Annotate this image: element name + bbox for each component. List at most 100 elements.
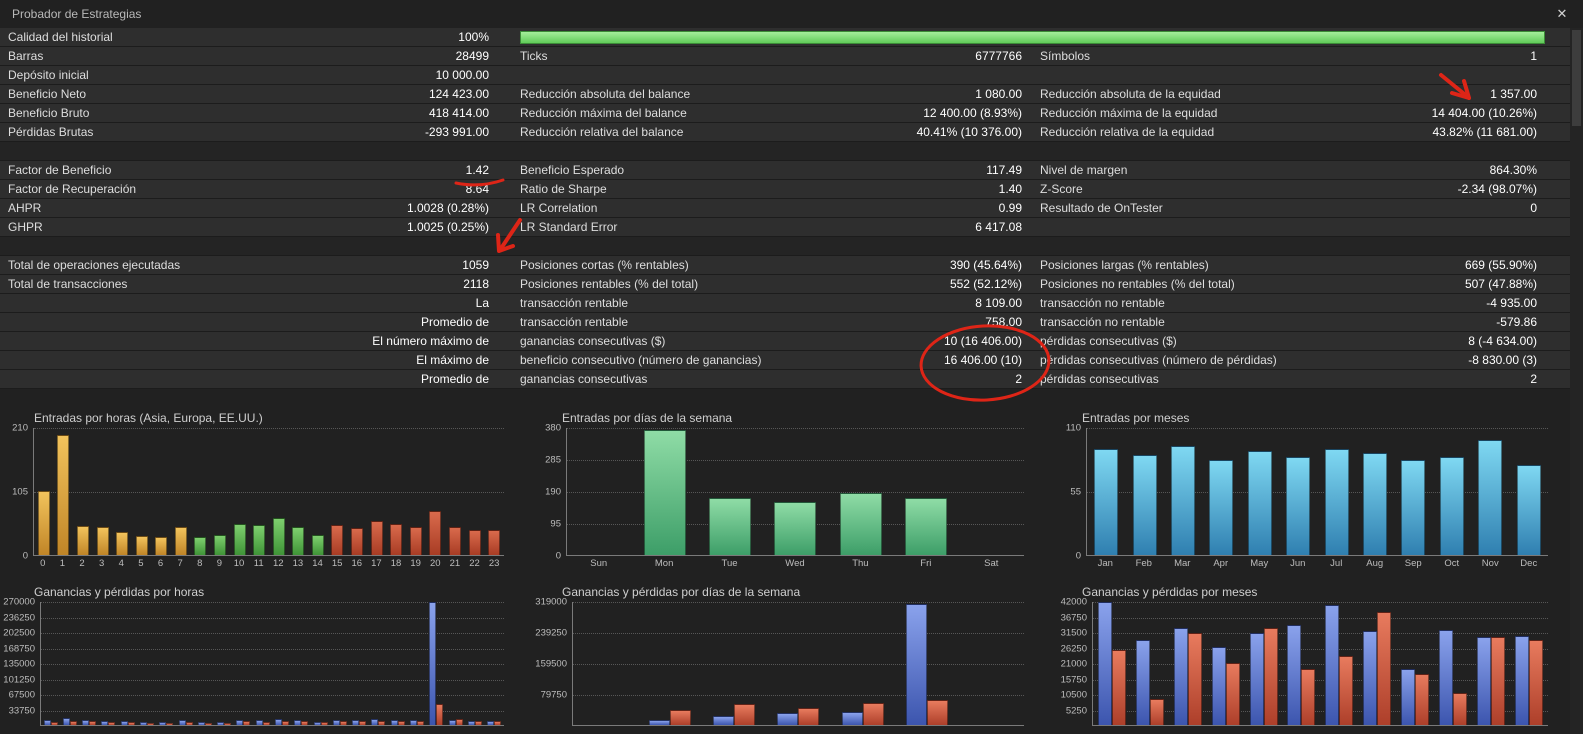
plot-area: [1092, 602, 1548, 726]
bar-group: [1478, 440, 1503, 555]
x-axis-label: 3: [99, 558, 105, 569]
stat-label: Beneficio Esperado: [520, 163, 625, 177]
stat-label: Beneficio Neto: [8, 87, 87, 101]
y-axis-label: 168750: [3, 643, 35, 654]
bar-ganancias: [101, 721, 109, 725]
x-axis-label: Mon: [654, 558, 674, 569]
scrollbar-thumb[interactable]: [1572, 30, 1581, 126]
bar-group: [709, 498, 752, 555]
chart-profit-loss-by-hours: Ganancias y pérdidas por horas 270000 236…: [0, 584, 504, 728]
stat-value: 1 357.00: [1490, 87, 1537, 101]
stat-label: Total de operaciones ejecutadas: [8, 258, 181, 272]
x-axis: Jan Feb Mar Apr May Jun Jul Aug Sep Oct Nov Dec: [1086, 558, 1548, 569]
bar-group: [294, 720, 309, 725]
stat-value: -4 935.00: [1486, 296, 1537, 310]
bar-group: [1516, 465, 1541, 555]
bar-group: [135, 536, 148, 555]
stat-label: pérdidas consecutivas (número de pérdida…: [1040, 353, 1277, 367]
chart-body: 380 285 190 95 0 Sun Mon Tue Wed Thu Fri Sat: [528, 423, 1024, 569]
bar-group: [1325, 605, 1354, 725]
bar-ganancias: [1325, 605, 1340, 725]
stat-row: Beneficio Bruto 418 414.00 Reducción máxim…: [0, 104, 1570, 123]
bar-ganancias: [1401, 669, 1416, 725]
bar-ganancias: [371, 719, 379, 725]
plot-bars: [1093, 602, 1548, 725]
bar-group: [96, 527, 109, 555]
bar-group: [351, 528, 364, 555]
bar-ganancias: [1439, 630, 1454, 725]
bar-ganancias: [313, 722, 321, 725]
plot-wrap: Sun Mon Tue Wed Thu Fri Sat: [566, 428, 1024, 569]
stat-row: Factor de Beneficio 1.42 Beneficio Esperad…: [0, 161, 1570, 180]
bar-ganancias: [1477, 637, 1492, 725]
bar-pérdidas: [127, 722, 135, 725]
bar-ganancias: [648, 720, 670, 725]
stat-label: Símbolos: [1040, 49, 1091, 63]
stat-value: 758.00: [985, 315, 1022, 329]
bar-pérdidas: [1339, 656, 1354, 725]
bar-group: [448, 719, 463, 725]
bar-group: [272, 518, 285, 555]
bar-group: [1514, 636, 1543, 725]
bar-group: [313, 722, 328, 725]
stat-label: Ticks: [520, 49, 548, 63]
vertical-scrollbar[interactable]: [1570, 28, 1583, 734]
bar-group: [311, 535, 324, 555]
x-axis: Sun Mon Tue Wed Thu Fri Sat: [566, 558, 1024, 569]
stat-label: Posiciones no rentables (% del total): [1040, 277, 1235, 291]
y-axis-label: 31500: [1060, 627, 1087, 639]
plot-area: [33, 428, 504, 556]
bar-group: [37, 491, 50, 555]
bar-entradas: [1439, 457, 1464, 555]
bar-pérdidas: [224, 723, 232, 725]
bar-entradas: [194, 537, 207, 555]
bar-entradas: [57, 435, 70, 555]
bar-group: [409, 720, 424, 725]
stat-row: AHPR 1.0028 (0.28%) LR Correlation 0.99 Resu…: [0, 199, 1570, 218]
stat-label: transacción no rentable: [1040, 315, 1165, 329]
stat-value: 0: [1530, 201, 1537, 215]
bar-entradas: [311, 535, 324, 555]
y-axis: 319000 239250 159500 79750: [528, 597, 572, 726]
stat-label: Z-Score: [1040, 182, 1083, 196]
plot-bars: [567, 428, 1024, 555]
bar-entradas: [1094, 449, 1119, 555]
bar-group: [841, 703, 884, 725]
stat-value: 418 414.00: [428, 106, 489, 120]
stat-label: Total de transacciones: [8, 277, 128, 291]
bar-entradas: [174, 527, 187, 555]
stat-value: 16 406.00 (10): [943, 353, 1022, 367]
bar-ganancias: [62, 718, 70, 725]
bar-pérdidas: [397, 721, 405, 725]
bar-group: [643, 430, 686, 555]
bar-ganancias: [352, 720, 360, 725]
stat-label: Reducción relativa de la equidad: [1040, 125, 1215, 139]
bar-group: [255, 720, 270, 725]
bar-pérdidas: [862, 703, 884, 725]
stat-value: 8 109.00: [975, 296, 1022, 310]
bar-pérdidas: [262, 722, 270, 725]
stat-value: -293 991.00: [424, 125, 489, 139]
stat-value: -579.86: [1496, 315, 1537, 329]
bar-group: [76, 526, 89, 555]
stat-value: 8.64: [465, 182, 489, 196]
x-axis-label: 19: [410, 558, 421, 569]
x-axis-label: Apr: [1213, 558, 1229, 569]
bar-group: [906, 604, 949, 725]
y-axis-label: 110: [1065, 422, 1081, 434]
plot-wrap: [1092, 602, 1548, 728]
bar-group: [905, 498, 948, 555]
x-axis-label: 14: [312, 558, 323, 569]
close-button[interactable]: ✕: [1551, 4, 1573, 24]
plot-area: [566, 428, 1024, 556]
bar-group: [120, 721, 135, 725]
bar-pérdidas: [339, 721, 347, 725]
bar-group: [1401, 669, 1430, 725]
bar-group: [101, 721, 116, 725]
y-axis: 270000 236250 202500 168750 135000 101250 6750…: [0, 597, 40, 726]
chart-title: Entradas por meses: [1082, 411, 1190, 425]
bar-entradas: [839, 493, 882, 555]
bar-ganancias: [467, 721, 475, 725]
x-axis-label: Thu: [852, 558, 869, 569]
y-axis-label: 101250: [3, 674, 35, 685]
